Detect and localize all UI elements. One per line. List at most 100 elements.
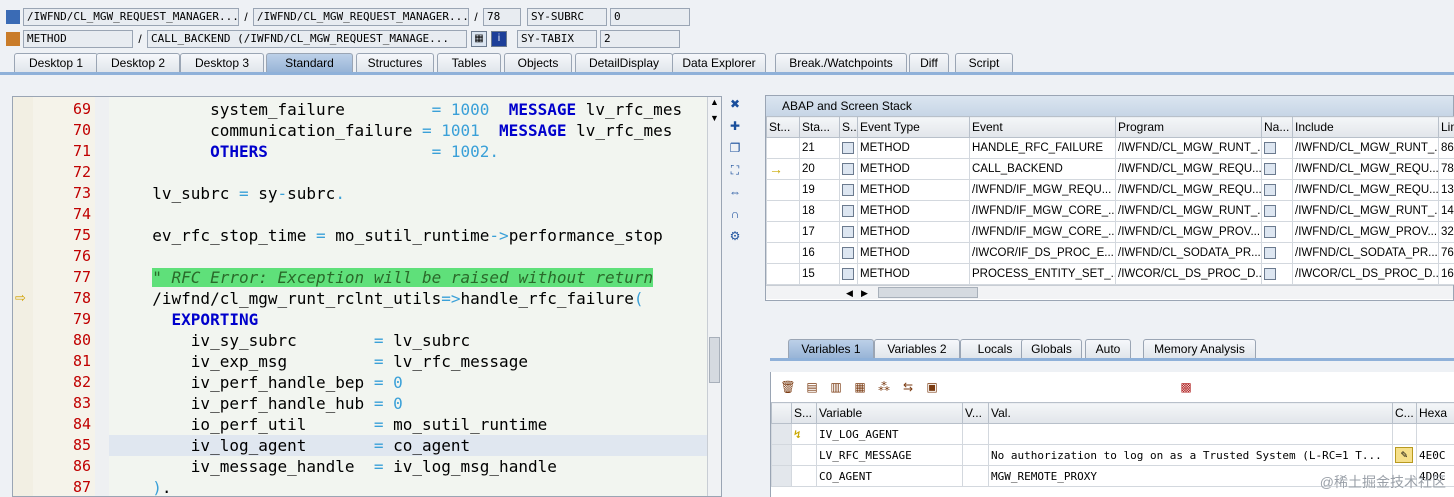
code-line[interactable]: 79 EXPORTING bbox=[13, 309, 721, 330]
list-icon[interactable]: ▦ bbox=[851, 379, 869, 395]
navigate-icon[interactable]: ▦ bbox=[471, 31, 487, 47]
tab-diff[interactable]: Diff bbox=[909, 53, 949, 73]
stack-col-header[interactable]: Event bbox=[969, 116, 1116, 138]
var-col-header[interactable]: Variable bbox=[816, 402, 963, 424]
editor-scrollbar[interactable]: ▲ ▼ bbox=[707, 97, 721, 496]
navigate-icon[interactable]: ⇆ bbox=[899, 379, 917, 395]
tab-break-watchpoints[interactable]: Break./Watchpoints bbox=[775, 53, 907, 73]
code-line[interactable]: 82 iv_perf_handle_bep = 0 bbox=[13, 372, 721, 393]
event-field[interactable]: CALL_BACKEND (/IWFND/CL_MGW_REQUEST_MANA… bbox=[147, 30, 467, 48]
var-col-header[interactable]: Val. bbox=[988, 402, 1393, 424]
code-line[interactable]: 81 iv_exp_msg = lv_rfc_message bbox=[13, 351, 721, 372]
stack-col-header[interactable]: Event Type bbox=[857, 116, 970, 138]
code-line[interactable]: 71 OTHERS = 1002. bbox=[13, 141, 721, 162]
structure-icon[interactable]: ⁂ bbox=[875, 379, 893, 395]
navigate-icon[interactable] bbox=[1264, 225, 1276, 238]
stack-row[interactable]: 17 METHOD/IWFND/IF_MGW_CORE_.../IWFND/CL_… bbox=[766, 221, 1454, 243]
code-line[interactable]: 74 bbox=[13, 204, 721, 225]
stack-row[interactable]: → 20 METHOD CALL_BACKEND/IWFND/CL_MGW_REQU.… bbox=[766, 158, 1454, 180]
tab-desktop-2[interactable]: Desktop 2 bbox=[96, 53, 180, 73]
code-line[interactable]: 72 bbox=[13, 162, 721, 183]
scroll-right-icon[interactable]: ▶ bbox=[861, 288, 869, 299]
code-line[interactable]: 78 ⇨ /iwfnd/cl_mgw_runt_rclnt_utils=>hand… bbox=[13, 288, 721, 309]
tab-detaildisplay[interactable]: DetailDisplay bbox=[575, 53, 673, 73]
settings-icon[interactable]: ⚙ bbox=[727, 228, 743, 244]
code-line[interactable]: 77 " RFC Error: Exception will be raised… bbox=[13, 267, 721, 288]
code-line[interactable]: 83 iv_perf_handle_hub = 0 bbox=[13, 393, 721, 414]
delete-icon[interactable]: 🗑 bbox=[779, 379, 797, 395]
code-line[interactable]: 87 ). bbox=[13, 477, 721, 496]
code-line[interactable]: 84 io_perf_util = mo_sutil_runtime bbox=[13, 414, 721, 435]
sysvar-name-1[interactable]: SY-SUBRC bbox=[527, 8, 607, 26]
code-line[interactable]: 76 bbox=[13, 246, 721, 267]
var-col-header[interactable]: S... bbox=[791, 402, 817, 424]
var-tab-globals[interactable]: Globals bbox=[1021, 339, 1082, 359]
stack-col-header[interactable]: St... bbox=[766, 116, 800, 138]
stack-hscroll[interactable]: ◀ ▶ bbox=[766, 285, 1453, 299]
row-selector[interactable] bbox=[771, 423, 792, 445]
import-icon[interactable]: ▤ bbox=[803, 379, 821, 395]
scroll-thumb[interactable] bbox=[709, 337, 720, 383]
navigate-icon[interactable] bbox=[1264, 267, 1276, 280]
var-tab-variables-2[interactable]: Variables 2 bbox=[874, 339, 960, 359]
navigate-icon[interactable] bbox=[1264, 183, 1276, 196]
navigate-icon[interactable] bbox=[1264, 141, 1276, 154]
swap-icon[interactable]: ⇔ bbox=[727, 184, 743, 200]
code-line[interactable]: 80 iv_sy_subrc = lv_subrc bbox=[13, 330, 721, 351]
sysvar-value-2[interactable]: 2 bbox=[600, 30, 680, 48]
stack-col-header[interactable]: Program bbox=[1115, 116, 1262, 138]
tab-objects[interactable]: Objects bbox=[504, 53, 572, 73]
export-icon[interactable]: ▥ bbox=[827, 379, 845, 395]
line-field[interactable]: 78 bbox=[483, 8, 521, 26]
variable-row[interactable]: ↯ IV_LOG_AGENT bbox=[771, 423, 1454, 445]
copy-icon[interactable]: ❐ bbox=[727, 140, 743, 156]
scroll-down-icon[interactable]: ▼ bbox=[708, 113, 721, 127]
sysvar-value-1[interactable]: 0 bbox=[610, 8, 690, 26]
clipboard-icon[interactable]: ▣ bbox=[923, 379, 941, 395]
stack-row[interactable]: 15 METHOD PROCESS_ENTITY_SET_.../IWCOR/CL_… bbox=[766, 263, 1454, 285]
code-line[interactable]: 86 iv_message_handle = iv_log_msg_handle bbox=[13, 456, 721, 477]
stack-row[interactable]: 19 METHOD/IWFND/IF_MGW_REQU.../IWFND/CL_M… bbox=[766, 179, 1454, 201]
code-line[interactable]: 73 lv_subrc = sy-subrc. bbox=[13, 183, 721, 204]
var-col-header[interactable]: V... bbox=[962, 402, 989, 424]
event-type-field[interactable]: METHOD bbox=[23, 30, 133, 48]
tab-desktop-1[interactable]: Desktop 1 bbox=[14, 53, 98, 73]
scroll-up-icon[interactable]: ▲ bbox=[708, 97, 721, 111]
stack-col-header[interactable]: Lin bbox=[1438, 116, 1454, 138]
var-col-header[interactable]: C... bbox=[1392, 402, 1417, 424]
navigate-icon[interactable] bbox=[1264, 162, 1276, 175]
stack-row[interactable]: 16 METHOD/IWCOR/IF_DS_PROC_E.../IWFND/CL_… bbox=[766, 242, 1454, 264]
tab-script[interactable]: Script bbox=[955, 53, 1013, 73]
scroll-left-icon[interactable]: ◀ bbox=[846, 288, 854, 299]
program-field[interactable]: /IWFND/CL_MGW_REQUEST_MANAGER... bbox=[23, 8, 239, 26]
stack-col-header[interactable]: Sta... bbox=[799, 116, 840, 138]
headset-icon[interactable]: ∩ bbox=[727, 206, 743, 222]
info-icon[interactable]: i bbox=[491, 31, 507, 47]
stack-col-header[interactable]: S... bbox=[839, 116, 858, 138]
row-selector[interactable] bbox=[771, 444, 792, 466]
stack-col-header[interactable]: Na... bbox=[1261, 116, 1293, 138]
navigate-icon[interactable] bbox=[1264, 246, 1276, 259]
stack-row[interactable]: 21 METHOD HANDLE_RFC_FAILURE/IWFND/CL_MGW_… bbox=[766, 137, 1454, 159]
include-field[interactable]: /IWFND/CL_MGW_REQUEST_MANAGER... bbox=[253, 8, 469, 26]
code-line[interactable]: 70 communication_failure = 1001 MESSAGE … bbox=[13, 120, 721, 141]
tab-structures[interactable]: Structures bbox=[356, 53, 434, 73]
edit-pencil-icon[interactable]: ✎ bbox=[1395, 447, 1413, 463]
new-icon[interactable]: ✚ bbox=[727, 118, 743, 134]
stack-row[interactable]: 18 METHOD/IWFND/IF_MGW_CORE_.../IWFND/CL_… bbox=[766, 200, 1454, 222]
sysvar-name-2[interactable]: SY-TABIX bbox=[517, 30, 597, 48]
var-col-header[interactable]: Hexa bbox=[1416, 402, 1454, 424]
tab-desktop-3[interactable]: Desktop 3 bbox=[180, 53, 264, 73]
tab-data-explorer[interactable]: Data Explorer bbox=[672, 53, 766, 73]
variable-row[interactable]: LV_RFC_MESSAGE No authorization to log on… bbox=[771, 444, 1454, 466]
fullscreen-icon[interactable]: ⛶ bbox=[727, 162, 743, 178]
var-tab-auto[interactable]: Auto bbox=[1085, 339, 1131, 359]
row-selector[interactable] bbox=[771, 465, 792, 487]
code-line[interactable]: 69 system_failure = 1000 MESSAGE lv_rfc_… bbox=[13, 99, 721, 120]
tab-standard[interactable]: Standard bbox=[266, 53, 353, 73]
navigate-icon[interactable] bbox=[1264, 204, 1276, 217]
var-tab-memory-analysis[interactable]: Memory Analysis bbox=[1143, 339, 1256, 359]
stack-col-header[interactable]: Include bbox=[1292, 116, 1439, 138]
var-tab-locals[interactable]: Locals bbox=[960, 339, 1030, 359]
var-tab-variables-1[interactable]: Variables 1 bbox=[788, 339, 874, 359]
